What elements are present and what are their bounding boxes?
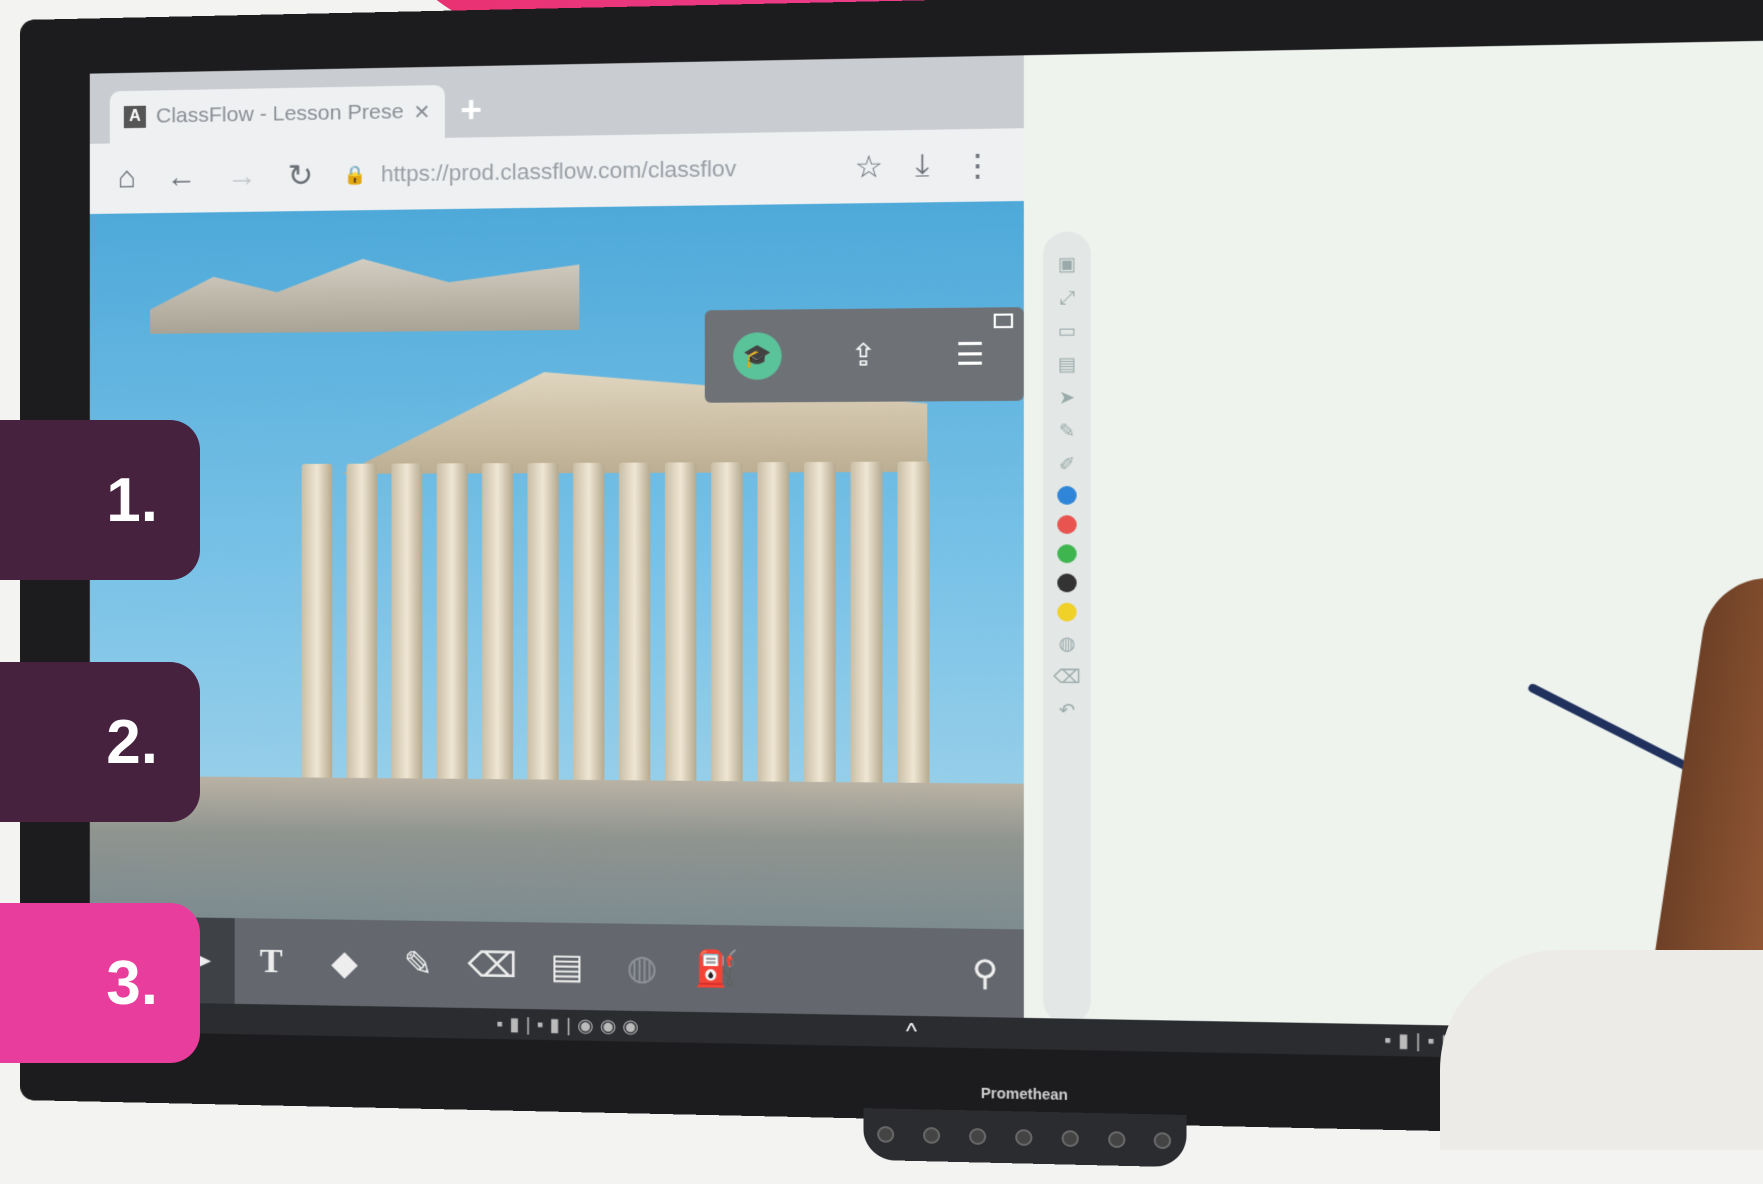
teacher-mode-button[interactable]: 🎓 [721, 325, 795, 387]
minimize-icon[interactable] [994, 313, 1013, 328]
image-icon[interactable]: ▤ [1055, 352, 1079, 375]
pen-icon[interactable]: ✎ [1055, 419, 1079, 442]
parthenon-temple [281, 358, 927, 793]
share-icon: ⇪ [850, 337, 877, 373]
ruin-fragment [150, 248, 579, 334]
text-tool-button[interactable]: T [235, 918, 308, 1005]
whiteboard-canvas[interactable] [1024, 39, 1763, 1033]
power-button[interactable] [878, 1126, 895, 1143]
list-icon: ☰ [956, 336, 985, 373]
shapes-icon: ◆ [331, 942, 358, 983]
lock-icon: 🔒 [344, 164, 367, 186]
step-label-2: 2. [0, 662, 200, 822]
forward-icon[interactable]: → [227, 159, 257, 194]
share-button[interactable]: ⇪ [826, 324, 900, 387]
url-text: https://prod.classflow.com/classflov [381, 156, 736, 188]
new-tab-button[interactable]: + [460, 88, 482, 131]
temple-columns [281, 461, 948, 793]
color-red[interactable] [1057, 515, 1076, 534]
browser-window: A ClassFlow - Lesson Presen ✕ + ⌂ ← → ↻ … [90, 55, 1024, 1049]
eraser-icon: ⌫ [467, 944, 517, 986]
download-icon[interactable]: ⤓ [915, 148, 929, 183]
undo-icon[interactable]: ↶ [1055, 699, 1079, 722]
chevron-up-icon[interactable]: ^ [906, 1018, 917, 1045]
palette-icon[interactable]: ◍ [1055, 632, 1079, 655]
palette-icon: ◍ [626, 947, 657, 989]
color-green[interactable] [1057, 544, 1076, 563]
color-black[interactable] [1057, 574, 1076, 593]
eraser-tool-button[interactable]: ⌫ [455, 921, 529, 1009]
pen-tool-button[interactable]: ✎ [381, 920, 455, 1008]
reload-icon[interactable]: ↻ [288, 158, 314, 194]
color-tool-button[interactable]: ◍ [604, 923, 679, 1011]
star-icon[interactable]: ☆ [855, 149, 884, 186]
zoom-button[interactable]: ⚲ [947, 928, 1024, 1018]
save-icon[interactable]: ▣ [1055, 252, 1079, 275]
toolbox-button[interactable]: ▤ [530, 922, 605, 1010]
control-button[interactable] [1015, 1129, 1032, 1146]
eraser-icon[interactable]: ⌫ [1055, 665, 1079, 688]
highlighter-icon[interactable]: ✐ [1055, 453, 1079, 476]
page-icon[interactable]: ▭ [1055, 319, 1079, 342]
home-icon[interactable]: ⌂ [118, 161, 136, 195]
rubble-foreground [90, 776, 1024, 930]
url-field[interactable]: 🔒 https://prod.classflow.com/classflov [344, 154, 823, 188]
step-label-1: 1. [0, 420, 200, 580]
menu-icon[interactable]: ⋮ [962, 147, 994, 184]
classflow-logo-icon: A [124, 106, 146, 128]
control-button[interactable] [923, 1127, 940, 1144]
browser-tab[interactable]: A ClassFlow - Lesson Presen ✕ [110, 85, 445, 144]
color-yellow[interactable] [1057, 603, 1076, 622]
toolbox-icon: ▤ [550, 946, 583, 987]
side-toolbar: ▣ ⤢ ▭ ▤ ➤ ✎ ✐ ◍ ⌫ ↶ [1043, 231, 1091, 1024]
control-button[interactable] [1061, 1130, 1078, 1147]
display-screen: A ClassFlow - Lesson Presen ✕ + ⌂ ← → ↻ … [90, 39, 1763, 1066]
color-blue[interactable] [1057, 486, 1076, 505]
address-bar: ⌂ ← → ↻ 🔒 https://prod.classflow.com/cla… [90, 128, 1024, 214]
control-button[interactable] [1154, 1132, 1171, 1149]
monitor-control-panel [863, 1108, 1186, 1167]
sweater-sleeve [1440, 950, 1763, 1150]
zoom-icon: ⚲ [972, 952, 999, 994]
graduation-cap-icon: 🎓 [733, 332, 782, 380]
close-tab-icon[interactable]: ✕ [413, 99, 430, 125]
lesson-list-button[interactable]: ☰ [933, 323, 1008, 386]
pointer-icon[interactable]: ➤ [1055, 386, 1079, 409]
brand-label: Promethean [981, 1085, 1068, 1103]
back-icon[interactable]: ← [166, 160, 196, 195]
expand-icon[interactable]: ⤢ [1055, 286, 1079, 309]
fill-tool-button[interactable]: ⛽ [680, 924, 756, 1013]
text-icon: T [260, 942, 283, 981]
pen-icon: ✎ [404, 943, 433, 984]
tab-title: ClassFlow - Lesson Presen [156, 100, 403, 129]
status-icons-left: ▪▮|▪▮|◉◉◉ [496, 1014, 645, 1038]
paint-bucket-icon: ⛽ [695, 948, 740, 990]
floating-toolbar: 🎓 ⇪ ☰ [705, 307, 1024, 403]
step-label-3: 3. [0, 903, 200, 1063]
bottom-toolbar: → ➤ T ◆ ✎ ⌫ ▤ ◍ ⛽ ⚲ [90, 916, 1024, 1018]
control-button[interactable] [969, 1128, 986, 1145]
shape-tool-button[interactable]: ◆ [308, 919, 381, 1006]
